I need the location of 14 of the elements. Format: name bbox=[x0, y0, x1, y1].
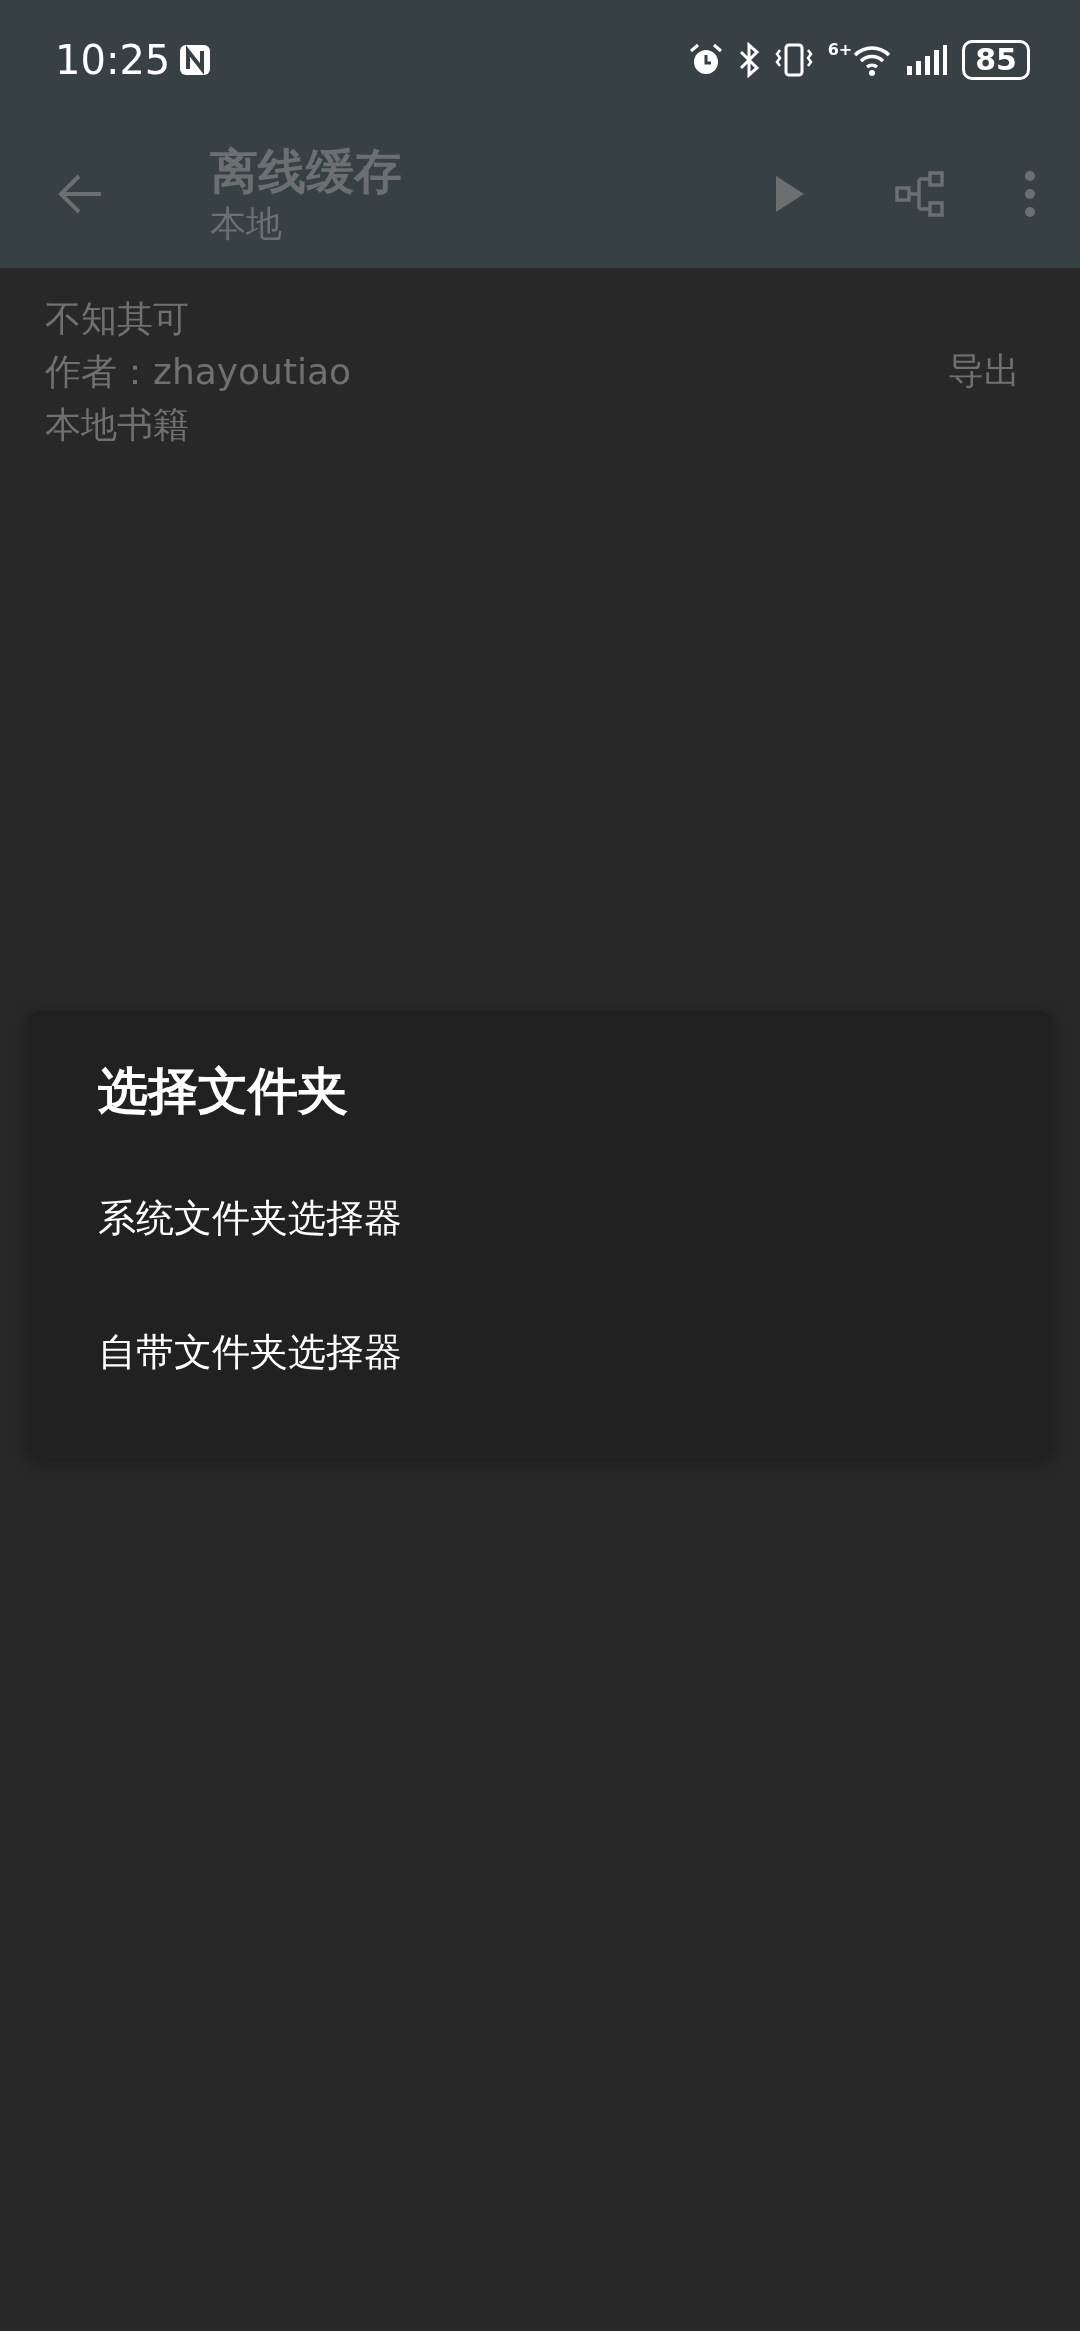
dialog-title: 选择文件夹 bbox=[97, 1061, 349, 1121]
book-title: 不知其可 bbox=[45, 297, 190, 341]
wifi-standard-label: 6+ bbox=[827, 40, 853, 59]
vibrate-icon bbox=[773, 42, 814, 78]
bluetooth-icon bbox=[737, 42, 760, 78]
dialog-option[interactable]: 自带文件夹选择器 bbox=[28, 1285, 1052, 1419]
signal-icon bbox=[906, 44, 949, 76]
battery-level: 85 bbox=[962, 40, 1030, 80]
nfc-icon bbox=[178, 43, 213, 77]
wifi-icon bbox=[852, 43, 893, 77]
dialog-option[interactable]: 系统文件夹选择器 bbox=[28, 1151, 1052, 1285]
status-time: 10:25 bbox=[55, 37, 171, 83]
book-author: 作者：zhayoutiao bbox=[45, 350, 353, 394]
book-source: 本地书籍 bbox=[45, 403, 190, 447]
